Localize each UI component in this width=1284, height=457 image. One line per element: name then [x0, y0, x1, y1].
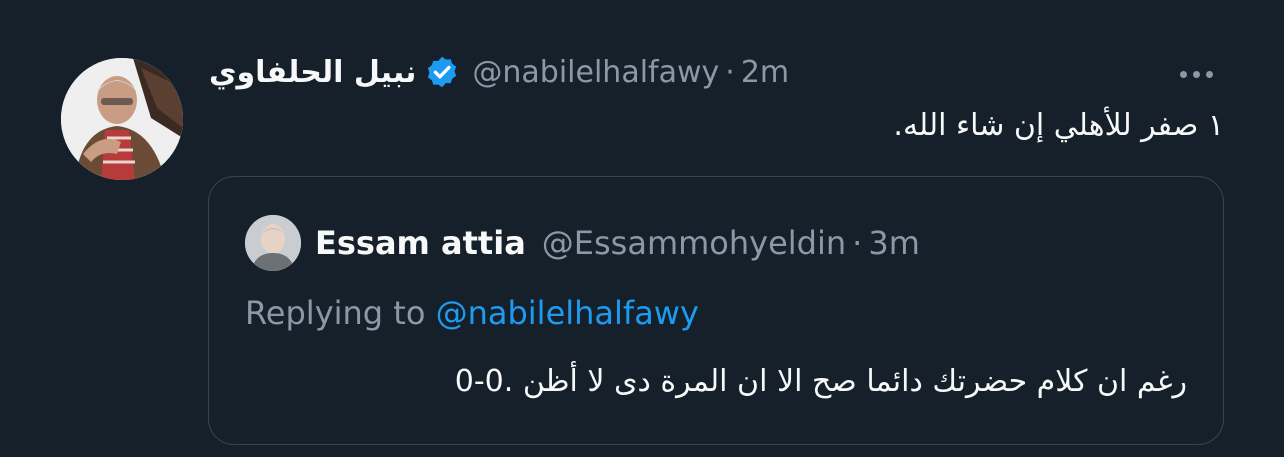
replying-to-mention-link[interactable]: @nabilelhalfawy: [436, 294, 699, 332]
quoted-author-avatar[interactable]: [245, 215, 301, 271]
replying-to-label: Replying to: [245, 294, 426, 332]
quoted-tweet-timestamp[interactable]: 3m: [868, 224, 920, 262]
header-separator: ·: [725, 54, 735, 90]
quoted-header-separator: ·: [852, 224, 863, 262]
quoted-tweet[interactable]: Essam attia @Essammohyeldin · 3m Replyin…: [208, 176, 1224, 445]
replying-to: Replying to @nabilelhalfawy: [245, 294, 699, 332]
author-avatar[interactable]: [61, 58, 183, 180]
author-handle[interactable]: @nabilelhalfawy: [472, 55, 719, 90]
tweet-text: ١ صفر للأهلي إن شاء الله.: [893, 108, 1224, 143]
more-options-icon[interactable]: [1168, 58, 1224, 90]
quoted-tweet-text: رغم ان كلام حضرتك دائما صح الا ان المرة …: [454, 364, 1187, 399]
author-display-name[interactable]: نبيل الحلفاوي: [209, 55, 416, 90]
quoted-author-display-name[interactable]: Essam attia: [315, 224, 526, 262]
tweet-timestamp[interactable]: 2m: [741, 55, 789, 90]
tweet[interactable]: نبيل الحلفاوي @nabilelhalfawy · 2m ١ صفر…: [0, 0, 1284, 457]
quoted-tweet-header: Essam attia @Essammohyeldin · 3m: [245, 215, 920, 271]
verified-badge-icon: [424, 54, 460, 90]
tweet-header: نبيل الحلفاوي @nabilelhalfawy · 2m: [209, 50, 789, 94]
quoted-author-handle[interactable]: @Essammohyeldin: [542, 224, 846, 262]
